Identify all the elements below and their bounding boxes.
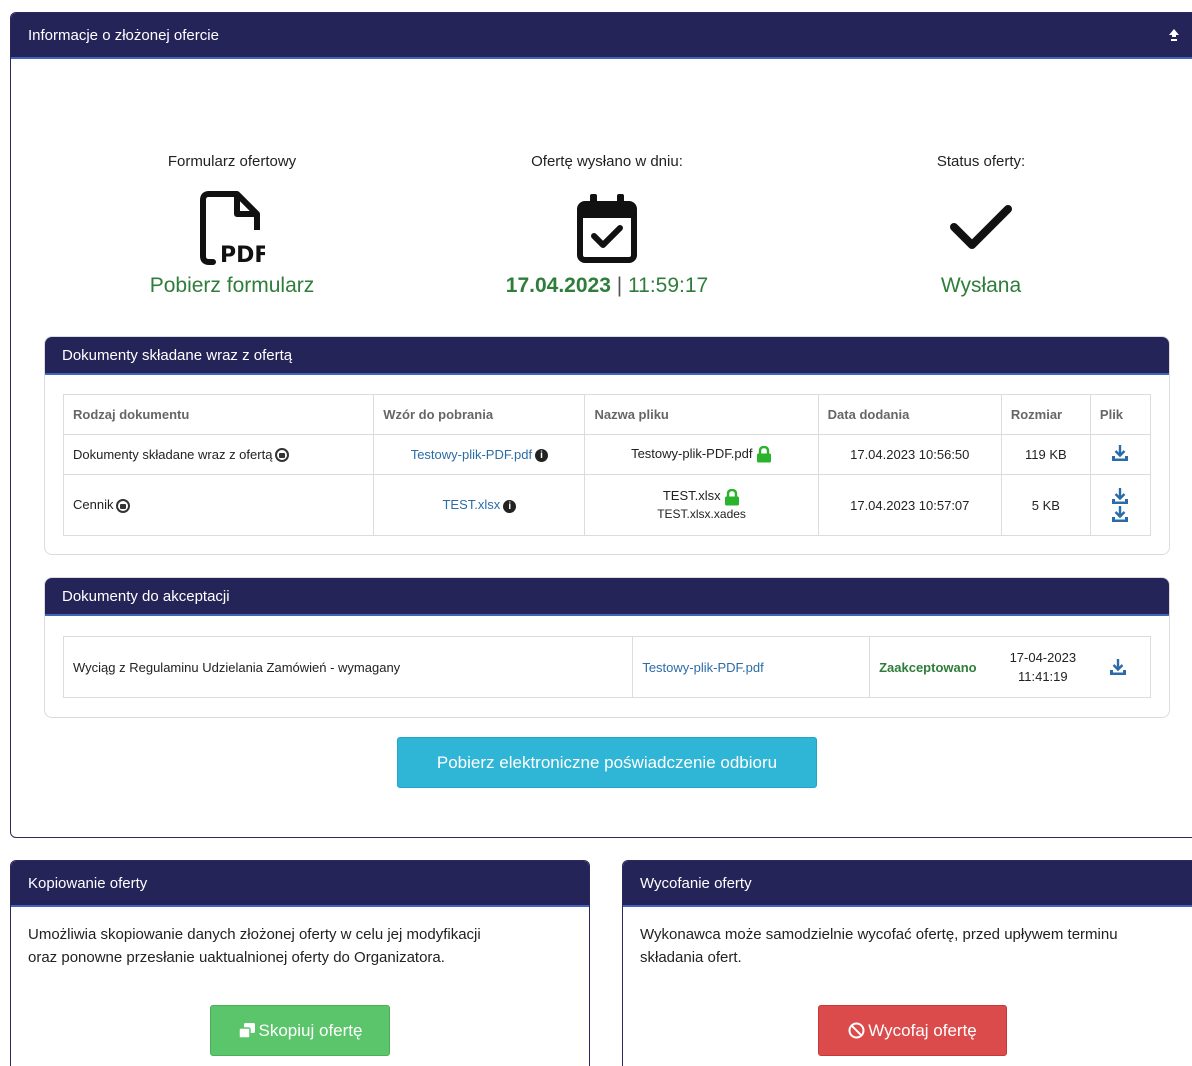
filename: Testowy-plik-PDF.pdf bbox=[631, 445, 753, 461]
copy-offer-text-line: oraz ponowne przesłanie uaktualnionej of… bbox=[28, 949, 445, 966]
green-lock-icon bbox=[725, 488, 740, 506]
filename: TEST.xlsx bbox=[662, 488, 721, 504]
acceptance-time: 11:41:19 bbox=[1017, 669, 1068, 684]
sent-separator: | bbox=[616, 274, 623, 297]
green-lock-icon bbox=[757, 445, 772, 463]
acceptance-file-cell: Testowy-plik-PDF.pdf bbox=[632, 636, 871, 698]
documents-header-row: Rodzaj dokumentu Wzór do pobrania Nazwa … bbox=[62, 394, 1152, 435]
copy-offer-header: Kopiowanie oferty bbox=[11, 861, 589, 907]
copy-offer-text-line: Umożliwia skopiowanie danych złożonej of… bbox=[28, 926, 481, 943]
download-receipt-button[interactable]: Pobierz elektroniczne poświadczenie odbi… bbox=[397, 737, 817, 788]
sent-column: Ofertę wysłano w dniu: 17.04.2023 | 11:5… bbox=[457, 153, 757, 298]
acceptance-status: Zaakceptowano bbox=[879, 659, 977, 675]
acceptance-header: Dokumenty do akceptacji bbox=[45, 578, 1169, 616]
acceptance-table: Wyciąg z Regulaminu Udzielania Zamówień … bbox=[62, 636, 1151, 698]
withdraw-offer-title: Wycofanie oferty bbox=[640, 874, 752, 892]
acceptance-file-link[interactable]: Testowy-plik-PDF.pdf bbox=[642, 660, 763, 675]
documents-table: Rodzaj dokumentu Wzór do pobrania Nazwa … bbox=[62, 394, 1152, 536]
col-template: Wzór do pobrania bbox=[373, 394, 586, 435]
lock-icon bbox=[275, 448, 290, 463]
acceptance-doc-name: Wyciąg z Regulaminu Udzielania Zamówień … bbox=[62, 636, 634, 698]
sent-label: Ofertę wysłano w dniu: bbox=[531, 153, 683, 170]
col-filename: Nazwa pliku bbox=[584, 394, 819, 435]
info-icon[interactable]: i bbox=[535, 449, 549, 463]
table-row: Cennik TEST.xlsx i TEST.xlsx TEST.xlsx.xa… bbox=[62, 474, 1152, 536]
filename-cell: TEST.xlsx TEST.xlsx.xades bbox=[584, 474, 819, 536]
documents-panel: Dokumenty składane wraz z ofertą Rodzaj … bbox=[44, 336, 1170, 555]
pdf-icon: PDF bbox=[82, 188, 382, 268]
form-column: Formularz ofertowy PDF Pobierz formularz bbox=[82, 153, 382, 298]
download-icon[interactable] bbox=[1109, 658, 1127, 676]
withdraw-offer-text-line: składania ofert. bbox=[640, 949, 742, 966]
ban-icon bbox=[848, 1022, 865, 1039]
status-label: Status oferty: bbox=[936, 153, 1026, 170]
acceptance-date: 17-04-2023 bbox=[1009, 650, 1077, 665]
withdraw-offer-label: Wycofaj ofertę bbox=[868, 1020, 977, 1040]
template-cell: TEST.xlsx i bbox=[373, 474, 586, 536]
form-label: Formularz ofertowy bbox=[167, 153, 297, 170]
col-size: Rozmiar bbox=[1000, 394, 1091, 435]
sent-time: 11:59:17 bbox=[628, 274, 709, 297]
doc-type-cell: Cennik bbox=[62, 474, 375, 536]
withdraw-offer-button[interactable]: Wycofaj ofertę bbox=[818, 1005, 1007, 1056]
download-icon[interactable] bbox=[1111, 444, 1129, 462]
copy-icon bbox=[237, 1023, 255, 1039]
copy-offer-description: Umożliwia skopiowanie danych złożonej of… bbox=[28, 923, 481, 969]
template-cell: Testowy-plik-PDF.pdf i bbox=[373, 434, 586, 475]
filename-cell: Testowy-plik-PDF.pdf bbox=[584, 434, 819, 475]
sent-datetime: 17.04.2023 | 11:59:17 bbox=[457, 274, 757, 298]
col-file: Plik bbox=[1089, 394, 1152, 435]
date-cell: 17.04.2023 10:56:50 bbox=[817, 434, 1002, 475]
withdraw-offer-text-line: Wykonawca może samodzielnie wycofać ofer… bbox=[640, 926, 1118, 943]
copy-offer-button[interactable]: Skopiuj ofertę bbox=[210, 1005, 390, 1056]
doc-type-cell: Dokumenty składane wraz z ofertą bbox=[62, 434, 375, 475]
table-row: Wyciąg z Regulaminu Udzielania Zamówień … bbox=[62, 636, 1151, 698]
size-cell: 119 KB bbox=[1000, 434, 1091, 475]
checkmark-icon bbox=[831, 188, 1131, 268]
withdraw-offer-panel: Wycofanie oferty Wykonawca może samodzie… bbox=[622, 860, 1192, 1066]
template-link[interactable]: TEST.xlsx bbox=[442, 497, 500, 512]
acceptance-datetime: 17-04-2023 11:41:19 bbox=[1010, 648, 1077, 686]
withdraw-offer-header: Wycofanie oferty bbox=[623, 861, 1192, 907]
file-cell bbox=[1089, 474, 1152, 536]
offer-info-panel: Informacje o złożonej ofercie Formularz … bbox=[10, 12, 1192, 838]
info-icon[interactable]: i bbox=[503, 499, 517, 513]
filename-signature: TEST.xlsx.xades bbox=[657, 506, 746, 521]
col-type: Rodzaj dokumentu bbox=[62, 394, 375, 435]
file-cell bbox=[1089, 434, 1152, 475]
table-row: Dokumenty składane wraz z ofertą Testowy… bbox=[62, 434, 1152, 475]
download-icon[interactable] bbox=[1111, 487, 1129, 505]
lock-icon bbox=[116, 498, 131, 513]
offer-info-title: Informacje o złożonej ofercie bbox=[28, 26, 219, 44]
status-column: Status oferty: Wysłana bbox=[831, 153, 1131, 298]
template-link[interactable]: Testowy-plik-PDF.pdf bbox=[411, 447, 532, 462]
acceptance-panel: Dokumenty do akceptacji Wyciąg z Regulam… bbox=[44, 577, 1170, 718]
status-value: Wysłana bbox=[940, 274, 1022, 297]
copy-offer-title: Kopiowanie oferty bbox=[28, 874, 148, 892]
acceptance-status-cell: Zaakceptowano 17-04-2023 11:41:19 bbox=[869, 636, 1151, 698]
copy-offer-panel: Kopiowanie oferty Umożliwia skopiowanie … bbox=[10, 860, 590, 1066]
documents-header: Dokumenty składane wraz z ofertą bbox=[45, 337, 1169, 375]
doc-type: Dokumenty składane wraz z ofertą bbox=[73, 446, 273, 462]
acceptance-title: Dokumenty do akceptacji bbox=[62, 587, 230, 605]
date-cell: 17.04.2023 10:57:07 bbox=[817, 474, 1002, 536]
withdraw-offer-description: Wykonawca może samodzielnie wycofać ofer… bbox=[640, 923, 1118, 969]
collapse-icon[interactable] bbox=[1167, 27, 1181, 43]
download-form-link[interactable]: Pobierz formularz bbox=[82, 274, 382, 298]
size-cell: 5 KB bbox=[1000, 474, 1091, 536]
documents-title: Dokumenty składane wraz z ofertą bbox=[62, 346, 293, 364]
col-date: Data dodania bbox=[817, 394, 1002, 435]
doc-type: Cennik bbox=[73, 497, 114, 513]
sent-date: 17.04.2023 bbox=[505, 274, 611, 297]
offer-info-header: Informacje o złożonej ofercie bbox=[11, 13, 1192, 59]
download-signature-icon[interactable] bbox=[1111, 505, 1129, 523]
svg-text:PDF: PDF bbox=[220, 243, 265, 266]
calendar-check-icon bbox=[457, 188, 757, 268]
copy-offer-label: Skopiuj ofertę bbox=[258, 1020, 363, 1040]
